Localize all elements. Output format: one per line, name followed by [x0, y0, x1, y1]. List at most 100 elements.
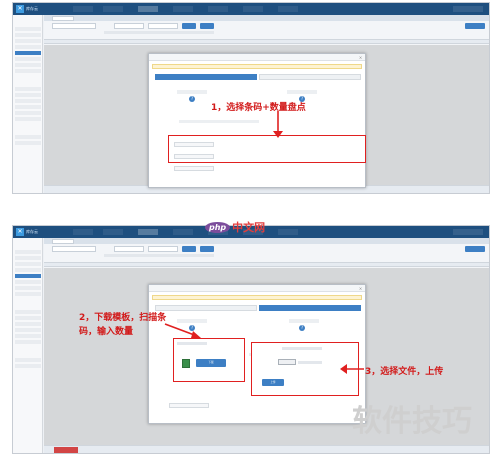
sidebar-item[interactable] [15, 33, 41, 37]
filter-select[interactable] [114, 23, 144, 29]
sidebar-item[interactable] [15, 316, 41, 320]
option-icon[interactable]: ? [189, 96, 195, 102]
sidebar-item-active[interactable] [15, 51, 41, 55]
new-inventory-button[interactable] [465, 246, 485, 252]
modal-notice [152, 295, 362, 300]
option-label [177, 90, 207, 94]
page-tab[interactable] [52, 239, 74, 244]
reset-button[interactable] [200, 23, 214, 29]
sidebar-item[interactable] [15, 87, 41, 91]
option-label [289, 319, 319, 323]
tab-manual-entry[interactable] [259, 74, 361, 80]
form-field[interactable] [174, 166, 214, 171]
app-logo[interactable]: ✕ 库存云 [16, 4, 50, 14]
sidebar-item[interactable] [15, 340, 41, 344]
upload-panel-title [282, 347, 322, 350]
sidebar-item[interactable] [15, 57, 41, 61]
sidebar-item[interactable] [15, 250, 41, 254]
user-menu[interactable] [453, 6, 483, 12]
sidebar-item-active[interactable] [15, 274, 41, 278]
sidebar-item[interactable] [15, 135, 41, 139]
search-button[interactable] [182, 23, 196, 29]
nav-item[interactable] [103, 6, 123, 12]
close-icon[interactable]: × [358, 286, 363, 291]
corner-watermark: 软件技巧 [352, 404, 472, 439]
nav-item[interactable] [208, 6, 228, 12]
nav-item[interactable] [73, 229, 93, 235]
close-icon[interactable]: × [358, 55, 363, 60]
tab-manual-entry[interactable] [259, 305, 361, 311]
sidebar-section-header [15, 129, 41, 134]
logo-text: 库存云 [26, 6, 38, 11]
filter-hint-text [104, 254, 214, 257]
tab-barcode-quantity[interactable] [155, 305, 257, 311]
sidebar-item[interactable] [15, 322, 41, 326]
nav-item[interactable] [278, 229, 298, 235]
delete-button[interactable] [54, 447, 78, 453]
logo-icon: ✕ [16, 228, 24, 236]
nav-item[interactable] [243, 6, 263, 12]
template-panel-title [177, 342, 207, 345]
sidebar-item[interactable] [15, 256, 41, 260]
filter-select[interactable] [148, 246, 178, 252]
sidebar-item[interactable] [15, 328, 41, 332]
sidebar-item[interactable] [15, 69, 41, 73]
sidebar-item[interactable] [15, 268, 41, 272]
sidebar-item[interactable] [15, 262, 41, 266]
nav-item[interactable] [278, 6, 298, 12]
nav-item[interactable] [173, 229, 193, 235]
sidebar-item[interactable] [15, 310, 41, 314]
upload-button[interactable]: 上传 [262, 379, 284, 386]
annotation-arrow-step1 [273, 111, 283, 138]
inventory-modal: × ? ? [148, 53, 366, 188]
nav-item[interactable] [103, 229, 123, 235]
filter-input[interactable] [52, 23, 96, 29]
filter-select[interactable] [148, 23, 178, 29]
logo-text: 库存云 [26, 229, 38, 234]
php-logo: php [205, 221, 231, 233]
form-field[interactable] [169, 403, 209, 408]
sidebar-item[interactable] [15, 286, 41, 290]
php-watermark: php 中文网 [205, 219, 265, 235]
sidebar-item[interactable] [15, 45, 41, 49]
user-menu[interactable] [453, 229, 483, 235]
download-template-button[interactable]: 下载 [196, 359, 226, 367]
sidebar-item[interactable] [15, 111, 41, 115]
sidebar-item[interactable] [15, 27, 41, 31]
sidebar [13, 238, 43, 453]
annotation-arrow-step3 [340, 364, 364, 374]
option-icon[interactable]: ? [299, 325, 305, 331]
sidebar-item[interactable] [15, 334, 41, 338]
sidebar-item[interactable] [15, 141, 41, 145]
sidebar-item[interactable] [15, 99, 41, 103]
excel-file-icon[interactable] [182, 359, 190, 368]
filter-select[interactable] [114, 246, 144, 252]
page-tabs [44, 15, 489, 21]
file-name-text [298, 361, 322, 364]
sidebar-item[interactable] [15, 292, 41, 296]
reset-button[interactable] [200, 246, 214, 252]
sidebar-item[interactable] [15, 63, 41, 67]
tab-barcode-quantity[interactable] [155, 74, 257, 80]
nav-item[interactable] [73, 6, 93, 12]
sidebar-item[interactable] [15, 364, 41, 368]
search-button[interactable] [182, 246, 196, 252]
filter-input[interactable] [52, 246, 96, 252]
new-inventory-button[interactable] [465, 23, 485, 29]
page-tab[interactable] [52, 16, 74, 21]
sidebar-item[interactable] [15, 358, 41, 362]
modal-notice [152, 64, 362, 69]
nav-item[interactable] [173, 6, 193, 12]
sidebar-item[interactable] [15, 105, 41, 109]
php-watermark-text: 中文网 [232, 221, 266, 234]
app-logo[interactable]: ✕ 库存云 [16, 227, 50, 237]
sidebar-item[interactable] [15, 280, 41, 284]
nav-item[interactable] [138, 6, 158, 12]
sidebar-item[interactable] [15, 117, 41, 121]
nav-item[interactable] [138, 229, 158, 235]
sidebar-section-header [15, 244, 41, 249]
sidebar-item[interactable] [15, 39, 41, 43]
choose-file-button[interactable] [278, 359, 296, 365]
sidebar-item[interactable] [15, 93, 41, 97]
sidebar-section-header [15, 352, 41, 357]
